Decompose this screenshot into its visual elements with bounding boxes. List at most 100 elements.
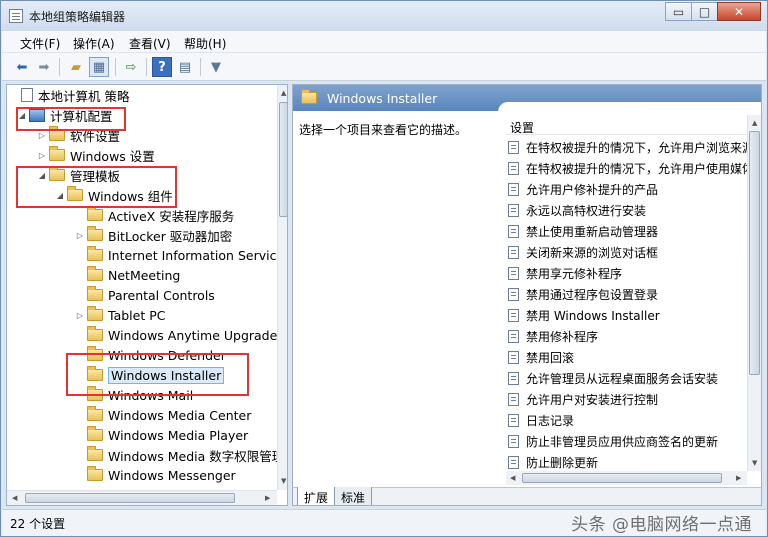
scroll-down-icon[interactable]: ▼ [752, 459, 757, 467]
tree-horizontal-scrollbar[interactable]: ◀ ▶ [7, 490, 277, 505]
tree-item-label: 本地计算机 策略 [38, 88, 130, 104]
annotation-box-admin-templates [16, 166, 177, 208]
tree-item-bitlocker[interactable]: ▷ BitLocker 驱动器加密 [75, 225, 232, 245]
expander-icon[interactable]: ▷ [37, 131, 47, 140]
menu-file[interactable]: 文件(F) [20, 35, 60, 52]
filter-icon[interactable]: ▼ [206, 57, 226, 77]
tree-item-activex[interactable]: ActiveX 安装程序服务 [75, 205, 234, 225]
menu-action[interactable]: 操作(A) [73, 35, 115, 52]
setting-row[interactable]: 允许管理员从远程桌面服务会话安装 [508, 368, 718, 388]
tree-item-media-player[interactable]: Windows Media Player [75, 425, 248, 445]
tree-item-local-policy[interactable]: 本地计算机 策略 [9, 85, 129, 105]
settings-vertical-scroll-thumb[interactable] [749, 131, 760, 375]
setting-row[interactable]: 永远以高特权进行安装 [508, 200, 646, 220]
scroll-right-icon[interactable]: ▶ [736, 474, 741, 482]
scroll-up-icon[interactable]: ▲ [752, 119, 757, 127]
setting-icon [508, 392, 519, 406]
tab-standard[interactable]: 标准 [334, 487, 373, 505]
title-bar[interactable]: 本地组策略编辑器 ▭ □ ✕ [1, 1, 767, 31]
setting-row[interactable]: 防止非管理员应用供应商签名的更新 [508, 431, 718, 451]
setting-label: 禁用回滚 [526, 350, 575, 365]
setting-icon [508, 455, 519, 469]
export-list-icon[interactable]: ⇨ [121, 57, 141, 77]
setting-label: 在特权被提升的情况下，允许用户浏览来源 [526, 140, 755, 155]
setting-row[interactable]: 禁用修补程序 [508, 326, 598, 346]
folder-icon [87, 266, 103, 281]
setting-icon [508, 245, 519, 259]
header-notch [498, 102, 761, 112]
tree-item-netmeeting[interactable]: NetMeeting [75, 265, 180, 285]
setting-row[interactable]: 允许用户修补提升的产品 [508, 179, 658, 199]
scroll-right-icon[interactable]: ▶ [265, 494, 270, 502]
expander-icon[interactable]: ▷ [75, 231, 85, 240]
setting-label: 允许用户对安装进行控制 [526, 392, 659, 407]
tree-item-label: Windows Anytime Upgrade [108, 327, 278, 343]
menu-help[interactable]: 帮助(H) [184, 35, 226, 52]
tree-item-messenger[interactable]: Windows Messenger [75, 465, 236, 485]
expander-icon[interactable]: ▷ [37, 151, 47, 160]
tree-item-media-center[interactable]: Windows Media Center [75, 405, 251, 425]
setting-icon [508, 203, 519, 217]
settings-horizontal-scroll-thumb[interactable] [522, 473, 722, 483]
minimize-button[interactable]: ▭ [665, 2, 692, 21]
status-bar: 22 个设置 头条 @电脑网络一点通 [2, 509, 766, 536]
setting-row[interactable]: 在特权被提升的情况下，允许用户使用媒体 [508, 158, 754, 178]
settings-vertical-scrollbar[interactable]: ▲ ▼ [747, 115, 761, 471]
policy-tree-pane[interactable]: 本地计算机 策略 ◢ 计算机配置 ▷ 软件设置 ▷ Windows 设置 ◢ 管… [6, 84, 288, 506]
scroll-down-icon[interactable]: ▼ [281, 477, 286, 485]
tree-item-label: Windows Messenger [108, 467, 236, 483]
window-title: 本地组策略编辑器 [29, 10, 126, 24]
setting-label: 关闭新来源的浏览对话框 [526, 245, 659, 260]
tree-vertical-scroll-thumb[interactable] [279, 102, 287, 217]
folder-icon [87, 306, 103, 321]
close-button[interactable]: ✕ [717, 2, 761, 21]
settings-pane-header: Windows Installer [293, 85, 761, 112]
setting-row[interactable]: 禁用回滚 [508, 347, 574, 367]
setting-row[interactable]: 禁用享元修补程序 [508, 263, 622, 283]
setting-icon [508, 350, 519, 364]
settings-horizontal-scrollbar[interactable]: ◀ ▶ [506, 471, 747, 485]
scroll-left-icon[interactable]: ◀ [510, 474, 515, 482]
setting-label: 永远以高特权进行安装 [526, 203, 647, 218]
tree-vertical-scrollbar[interactable]: ▲ ▼ [277, 85, 287, 490]
setting-row[interactable]: 防止删除更新 [508, 452, 598, 472]
tree-item-parental-controls[interactable]: Parental Controls [75, 285, 215, 305]
scroll-left-icon[interactable]: ◀ [12, 494, 17, 502]
setting-icon [508, 287, 519, 301]
settings-column-header[interactable]: 设置 [506, 115, 746, 135]
help-icon[interactable]: ? [152, 57, 172, 77]
tree-item-windows-settings[interactable]: ▷ Windows 设置 [37, 145, 155, 165]
menu-view[interactable]: 查看(V) [129, 35, 171, 52]
tree-item-label: Windows Media Center [108, 407, 252, 423]
folder-icon [87, 326, 103, 341]
setting-row[interactable]: 禁止使用重新启动管理器 [508, 221, 658, 241]
setting-row[interactable]: 日志记录 [508, 410, 574, 430]
settings-pane: Windows Installer 选择一个项目来查看它的描述。 设置 在特权被… [292, 84, 762, 506]
watermark-text: 头条 @电脑网络一点通 [571, 515, 752, 535]
setting-row[interactable]: 禁用 Windows Installer [508, 305, 660, 325]
setting-row[interactable]: 关闭新来源的浏览对话框 [508, 242, 658, 262]
folder-icon [87, 226, 103, 241]
up-folder-icon[interactable]: ▰ [66, 57, 86, 77]
tree-item-tablet-pc[interactable]: ▷ Tablet PC [75, 305, 165, 325]
setting-icon [508, 329, 519, 343]
tab-extended[interactable]: 扩展 [297, 487, 336, 505]
show-hide-tree-icon[interactable]: ▦ [89, 57, 109, 77]
setting-row[interactable]: 在特权被提升的情况下，允许用户浏览来源 [508, 137, 754, 157]
setting-label: 防止非管理员应用供应商签名的更新 [526, 434, 719, 449]
tree-item-anytime-upgrade[interactable]: Windows Anytime Upgrade [75, 325, 277, 345]
setting-row[interactable]: 禁用通过程序包设置登录 [508, 284, 658, 304]
maximize-button[interactable]: □ [691, 2, 718, 21]
folder-icon [49, 146, 65, 161]
tree-item-label: Windows Media 数字权限管理 [108, 448, 285, 464]
scroll-up-icon[interactable]: ▲ [281, 89, 286, 97]
properties-icon[interactable]: ▤ [175, 57, 195, 77]
forward-arrow-icon[interactable]: ➡ [34, 57, 54, 77]
expander-icon[interactable]: ▷ [75, 311, 85, 320]
tree-item-media-drm[interactable]: Windows Media 数字权限管理 [75, 445, 284, 465]
tree-horizontal-scroll-thumb[interactable] [25, 493, 235, 503]
setting-icon [508, 434, 519, 448]
tree-item-iis[interactable]: Internet Information Services [75, 245, 287, 265]
setting-row[interactable]: 允许用户对安装进行控制 [508, 389, 658, 409]
back-arrow-icon[interactable]: ⬅ [12, 57, 32, 77]
